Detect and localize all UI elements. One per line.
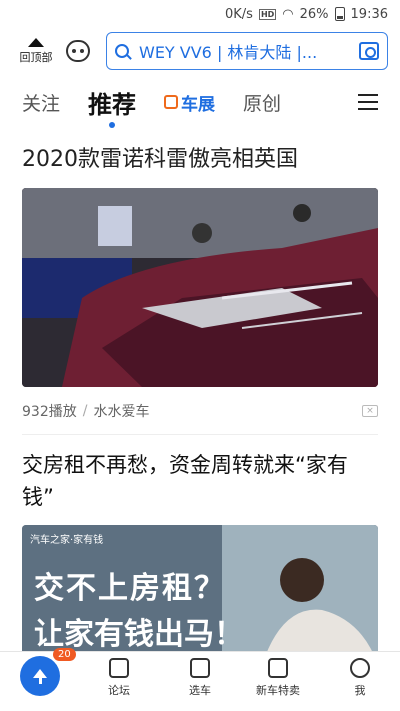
ad-headline-2: 让家有钱出马！ (34, 617, 244, 652)
ad-tag: 汽车之家·家有钱 (30, 535, 104, 546)
car-icon (190, 658, 210, 678)
nav-forum-label: 论坛 (108, 684, 130, 697)
tab-original[interactable]: 原创 (243, 89, 281, 116)
hd-icon: HD (258, 8, 277, 20)
dismiss-icon[interactable]: × (362, 404, 378, 417)
wifi-icon: ◠ (282, 6, 294, 22)
tab-auto-show-label: 车展 (181, 94, 216, 115)
network-speed: 0K/s (224, 6, 253, 22)
nav-me-label: 我 (354, 684, 366, 697)
auto-show-logo-icon (164, 95, 179, 109)
video-thumbnail[interactable] (22, 188, 378, 387)
menu-icon[interactable] (358, 94, 378, 110)
nav-choose-car-label: 选车 (189, 684, 211, 697)
ad-title[interactable]: 交房租不再愁，资金周转就来“家有钱” (22, 449, 378, 513)
play-count: 932播放 (22, 403, 77, 420)
nav-choose-car[interactable]: 选车 (189, 658, 211, 698)
nav-new-car-sale[interactable]: 新车特卖 (256, 658, 300, 698)
store-icon (268, 658, 288, 678)
search-icon (115, 44, 129, 58)
channel-tabs: 关注 推荐 车展 原创 (0, 74, 400, 130)
status-bar: 0K/s HD ◠ 26% 19:36 (0, 0, 400, 28)
article-source[interactable]: 水水爱车 (93, 401, 149, 421)
tab-recommend[interactable]: 推荐 (88, 85, 136, 128)
back-to-top-label: 回顶部 (19, 50, 53, 64)
back-to-top-button[interactable]: 回顶部 (14, 37, 58, 65)
scroll-top-button[interactable] (20, 656, 60, 696)
forum-icon (109, 658, 129, 678)
nav-me[interactable]: 我 (350, 658, 370, 698)
arrow-stem (38, 672, 42, 684)
search-query: WEY VV6 | 林肯大陆 |... (139, 43, 318, 62)
clock: 19:36 (350, 6, 388, 22)
arrow-up-icon (28, 37, 44, 47)
tab-follow[interactable]: 关注 (22, 89, 60, 116)
assistant-robot-icon[interactable] (66, 40, 90, 62)
camera-scan-icon[interactable] (359, 42, 379, 60)
nav-new-car-sale-label: 新车特卖 (256, 684, 300, 697)
feed: 2020款雷诺科雷傲亮相英国 932播放 / 水水爱车 × 交房租不再愁，资金周… (0, 142, 400, 665)
ad-headline-1: 交不上房租？ (34, 571, 226, 606)
battery-level: 26% (299, 6, 329, 22)
tab-auto-show[interactable]: 车展 (164, 90, 215, 115)
article-meta: 932播放 / 水水爱车 × (22, 387, 378, 435)
bottom-nav: 20 论坛 选车 新车特卖 我 (0, 648, 400, 711)
battery-icon (334, 7, 345, 21)
notification-badge: 20 (53, 648, 76, 661)
ad-image[interactable]: 汽车之家·家有钱 交不上房租？ 让家有钱出马！ (22, 525, 378, 665)
meta-divider: / (82, 402, 88, 419)
search-input[interactable]: WEY VV6 | 林肯大陆 |... (106, 32, 388, 70)
user-icon (350, 658, 370, 678)
article-title[interactable]: 2020款雷诺科雷傲亮相英国 (22, 142, 378, 178)
car-photo (22, 188, 378, 387)
top-bar: 回顶部 WEY VV6 | 林肯大陆 |... (0, 28, 400, 74)
nav-forum[interactable]: 论坛 (108, 658, 130, 698)
